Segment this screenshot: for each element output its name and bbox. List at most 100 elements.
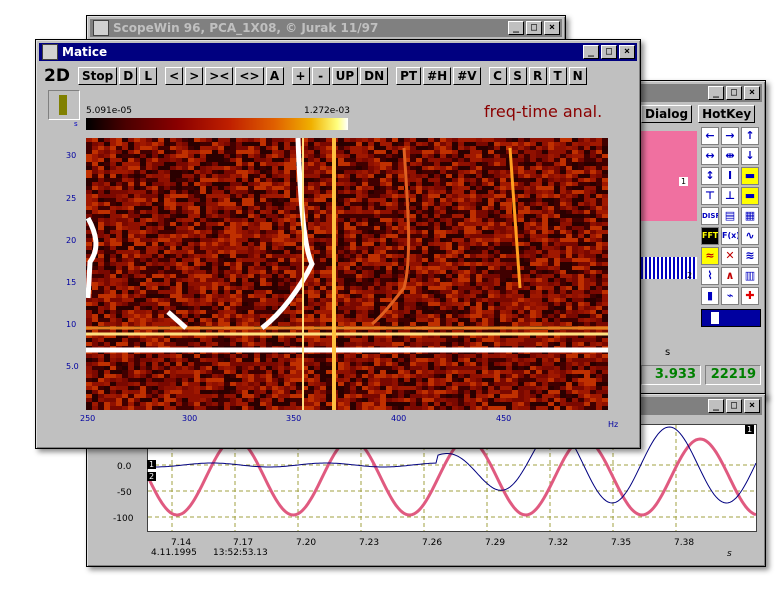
scope-ytick-0: 0.0	[117, 462, 132, 472]
close-button[interactable]: ×	[619, 45, 635, 59]
scope-date: 4.11.1995	[151, 548, 197, 558]
scope-ytick-1: -50	[117, 488, 132, 498]
ytick: 25	[66, 194, 77, 203]
colorbar	[86, 118, 348, 130]
cross-wave-icon[interactable]: ✕	[721, 247, 739, 265]
scope-xtick: 7.14	[171, 538, 192, 548]
xtick: 300	[182, 414, 198, 423]
scope-marker-1: 1	[745, 425, 755, 434]
shrink-button[interactable]: ><	[205, 67, 234, 85]
slider-thumb[interactable]	[711, 312, 719, 324]
s-button[interactable]: S	[508, 67, 527, 85]
fft-icon[interactable]: FFT	[701, 227, 719, 245]
app-icon	[93, 20, 109, 36]
expand-h-icon[interactable]: ↔	[701, 147, 719, 165]
list-icon[interactable]: ▦	[741, 207, 759, 225]
blue-slider[interactable]	[701, 309, 761, 327]
scopewin-titlebar[interactable]: ScopeWin 96, PCA_1X08, © Jurak 11/97 _ □…	[90, 19, 562, 37]
minus-button[interactable]: -	[311, 67, 330, 85]
print-icon[interactable]: ▤	[721, 207, 739, 225]
hash-v-button[interactable]: #V	[453, 67, 481, 85]
spectrogram-noise	[86, 138, 608, 410]
matice-title: Matice	[62, 45, 108, 59]
chart-icon[interactable]: ⌁	[721, 287, 739, 305]
close-button[interactable]: ×	[744, 399, 760, 413]
n-button[interactable]: N	[568, 67, 587, 85]
app-icon	[42, 44, 58, 60]
arrow-right-icon[interactable]: →	[721, 127, 739, 145]
bars-icon[interactable]: ▮	[701, 287, 719, 305]
compress-v-icon[interactable]: I	[721, 167, 739, 185]
right-button[interactable]: >	[185, 67, 204, 85]
c-button[interactable]: C	[488, 67, 507, 85]
scope-xtick: 7.17	[233, 538, 254, 548]
y-axis-ticks: 30 25 20 15 10 5.0	[66, 138, 86, 410]
scope-ytick-2: -100	[113, 514, 134, 524]
scope-xtick: 7.35	[611, 538, 632, 548]
wave-icon[interactable]: ≈	[701, 247, 719, 265]
sine-icon[interactable]: ∿	[741, 227, 759, 245]
hash-h-button[interactable]: #H	[423, 67, 452, 85]
arrow-up-icon[interactable]: ↑	[741, 127, 759, 145]
colorbar-min: 5.091e-05	[86, 106, 133, 116]
spectrogram[interactable]	[86, 138, 608, 410]
arrow-left-icon[interactable]: ←	[701, 127, 719, 145]
level-indicator[interactable]	[48, 90, 80, 120]
matice-titlebar[interactable]: Matice _ □ ×	[39, 43, 637, 61]
split-icon[interactable]: ⊤	[701, 187, 719, 205]
fx-icon[interactable]: F(x)	[721, 227, 739, 245]
scope-xtick: 7.32	[548, 538, 569, 548]
minimize-button[interactable]: _	[508, 21, 524, 35]
close-button[interactable]: ×	[544, 21, 560, 35]
maximize-button[interactable]: □	[601, 45, 617, 59]
matice-window: Matice _ □ × 2D Stop D L < > >< <> A + -…	[35, 39, 641, 449]
display-icon[interactable]: DISP	[701, 207, 719, 225]
plus-button[interactable]: +	[291, 67, 310, 85]
maximize-button[interactable]: □	[526, 21, 542, 35]
compress-h-icon[interactable]: ⇹	[721, 147, 739, 165]
up-button[interactable]: UP	[331, 67, 359, 85]
hotkey-button[interactable]: HotKey	[698, 105, 756, 123]
caption: freq-time anal.	[484, 102, 603, 121]
plus-icon[interactable]: ✚	[741, 287, 759, 305]
expand-v-icon[interactable]: ↕	[701, 167, 719, 185]
wave-icon-2[interactable]: ≋	[741, 247, 759, 265]
scope-xtick: 7.38	[674, 538, 695, 548]
graph-icon[interactable]: ▥	[741, 267, 759, 285]
xtick: 450	[496, 414, 512, 423]
close-button[interactable]: ×	[744, 86, 760, 100]
panel-icon[interactable]: ▬	[741, 167, 759, 185]
scope-x-unit: s	[727, 549, 732, 559]
t-button[interactable]: T	[548, 67, 567, 85]
maximize-button[interactable]: □	[726, 399, 742, 413]
expand-button[interactable]: <>	[235, 67, 264, 85]
mode-label: 2D	[44, 66, 70, 86]
readout-value-box: 3.933	[641, 365, 701, 385]
l-button[interactable]: L	[139, 67, 158, 85]
maximize-button[interactable]: □	[726, 86, 742, 100]
channel-1-label: 1	[147, 460, 157, 469]
scope-xtick: 7.20	[296, 538, 317, 548]
xtick: 400	[391, 414, 407, 423]
readout-count-box: 22219	[705, 365, 761, 385]
panel-icon-2[interactable]: ▬	[741, 187, 759, 205]
a-button[interactable]: A	[265, 67, 284, 85]
x-axis-ticks: 250 300 350 400 450 Hz	[80, 414, 646, 429]
ytick: 5.0	[66, 362, 79, 371]
split-icon-2[interactable]: ⊥	[721, 187, 739, 205]
xtick: 350	[286, 414, 302, 423]
stop-button[interactable]: Stop	[77, 67, 118, 85]
dialog-button[interactable]: Dialog	[641, 105, 693, 123]
scope-icon[interactable]: ⌇	[701, 267, 719, 285]
left-button[interactable]: <	[165, 67, 184, 85]
minimize-button[interactable]: _	[583, 45, 599, 59]
ytick: 10	[66, 320, 77, 329]
minimize-button[interactable]: _	[708, 86, 724, 100]
r-button[interactable]: R	[528, 67, 547, 85]
peak-icon[interactable]: ∧	[721, 267, 739, 285]
d-button[interactable]: D	[119, 67, 138, 85]
pt-button[interactable]: PT	[396, 67, 422, 85]
minimize-button[interactable]: _	[708, 399, 724, 413]
arrow-down-icon[interactable]: ↓	[741, 147, 759, 165]
dn-button[interactable]: DN	[360, 67, 389, 85]
